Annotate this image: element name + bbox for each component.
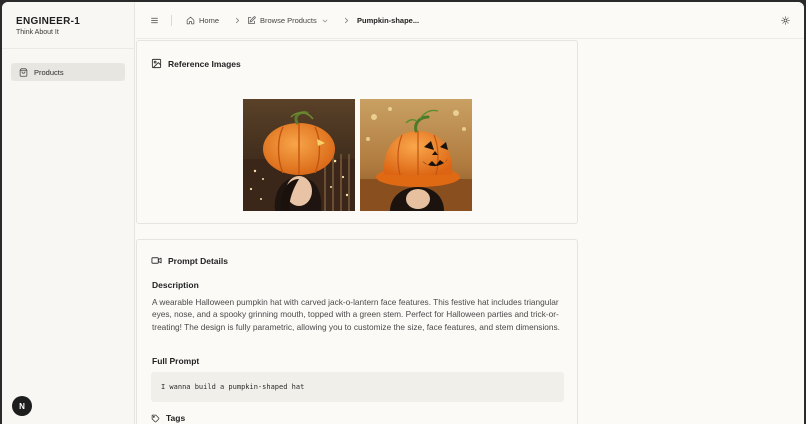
prompt-details-title: Prompt Details [168, 255, 228, 266]
breadcrumb-separator [233, 2, 242, 39]
prompt-details-heading: Prompt Details [151, 255, 228, 266]
breadcrumb-browse-products[interactable]: Browse Products [247, 2, 329, 39]
edit-icon [248, 16, 256, 24]
sidebar-item-label: Products [34, 67, 64, 77]
sidebar-item-products[interactable]: Products [11, 63, 125, 81]
top-header: Home Browse Products Pumpkin-shape... [136, 2, 804, 39]
menu-icon [151, 17, 158, 24]
reference-images-title: Reference Images [168, 58, 241, 69]
theme-toggle-button[interactable] [781, 2, 790, 39]
avatar[interactable]: N [12, 396, 32, 416]
header-divider [171, 15, 172, 26]
video-icon [151, 257, 162, 264]
tags-heading: Tags [151, 413, 185, 423]
brand-subtitle: Think About It [16, 29, 59, 36]
breadcrumb-browse-label: Browse Products [260, 16, 317, 25]
avatar-letter: N [19, 401, 25, 411]
prompt-details-card: Prompt Details Description A wearable Ha… [136, 239, 578, 424]
chevron-right-icon [344, 17, 349, 24]
chevron-down-icon [322, 19, 328, 23]
app-window: ENGINEER-1 Think About It Products N Hom… [2, 2, 804, 424]
pumpkin-hat-photo-1[interactable] [243, 99, 355, 211]
breadcrumb-current: Pumpkin-shape... [357, 2, 419, 39]
sidebar-divider [2, 48, 135, 49]
tag-icon [151, 414, 160, 422]
full-prompt-text: I wanna build a pumpkin-shaped hat [161, 383, 305, 391]
description-text: A wearable Halloween pumpkin hat with ca… [152, 297, 560, 332]
brand[interactable]: ENGINEER-1 Think About It [16, 16, 80, 36]
menu-button[interactable] [150, 2, 159, 39]
description-heading: Description [152, 280, 199, 290]
home-icon [186, 16, 195, 25]
sidebar: ENGINEER-1 Think About It Products N [2, 2, 135, 424]
image-icon [151, 58, 162, 69]
brand-title: ENGINEER-1 [16, 16, 81, 27]
reference-images-heading: Reference Images [151, 58, 241, 69]
breadcrumb-current-label: Pumpkin-shape... [357, 16, 420, 25]
full-prompt-heading: Full Prompt [152, 356, 200, 366]
breadcrumb-separator [342, 2, 351, 39]
reference-images-card: Reference Images [136, 40, 578, 224]
full-prompt-box[interactable]: I wanna build a pumpkin-shaped hat [151, 372, 564, 402]
tags-title: Tags [166, 413, 186, 423]
pumpkin-hat-photo-2[interactable] [360, 99, 472, 211]
breadcrumb-home-label: Home [199, 16, 220, 25]
chevron-right-icon [235, 17, 240, 24]
sun-icon [781, 16, 790, 25]
breadcrumb-home[interactable]: Home [186, 2, 219, 39]
shopping-bag-icon [19, 67, 28, 77]
